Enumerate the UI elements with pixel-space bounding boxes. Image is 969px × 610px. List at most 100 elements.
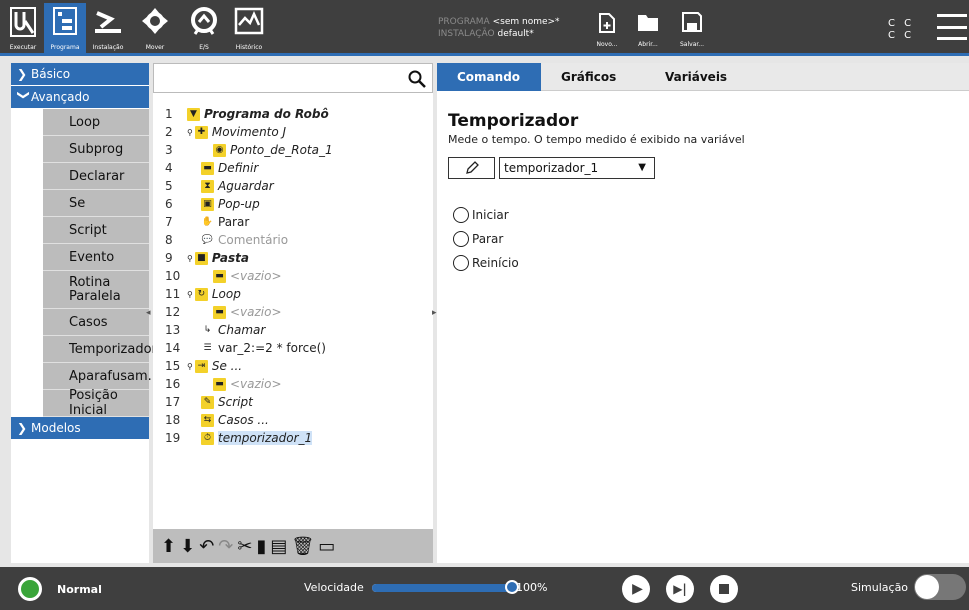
timer-variable-select[interactable]: temporizador_1 ▼ — [499, 157, 655, 179]
line-number: 13 — [165, 323, 181, 337]
delete-icon[interactable]: 🗑 — [291, 536, 314, 557]
radio-reinicio[interactable]: Reinício — [453, 255, 519, 271]
sidebar-item-temporizador[interactable]: Temporizador — [43, 336, 157, 363]
assignment-icon: ☰ — [203, 343, 212, 353]
line-number: 12 — [165, 305, 181, 319]
empty-node-icon: ▬ — [213, 305, 226, 319]
open-program-button[interactable]: Abrir... — [628, 12, 668, 52]
stop-button[interactable] — [710, 575, 738, 603]
tree-node-label: Pop-up — [218, 197, 260, 211]
tree-node-label: Pasta — [211, 251, 249, 265]
node-properties-panel: Comando Gráficos Variáveis Temporizador … — [437, 63, 969, 563]
category-avancado[interactable]: ❯ Avançado — [11, 86, 149, 109]
simulation-toggle[interactable] — [914, 574, 966, 600]
tree-row[interactable]: 4 ▬ Definir — [153, 159, 258, 177]
tree-row[interactable]: 11 ⚲ ↻ Loop — [153, 285, 241, 303]
edit-variable-button[interactable] — [448, 157, 495, 179]
line-number: 10 — [165, 269, 181, 283]
category-basico[interactable]: ❯ Básico — [11, 63, 149, 86]
nav-mover-label: Mover — [145, 44, 165, 51]
menu-icon[interactable] — [937, 14, 967, 40]
speed-slider[interactable] — [372, 580, 519, 594]
tree-row[interactable]: 9 ⚲ ■ Pasta — [153, 249, 249, 267]
sidebar-item-script[interactable]: Script — [43, 217, 149, 244]
tree-node-label: Aguardar — [218, 179, 274, 193]
line-number: 16 — [165, 377, 181, 391]
line-number: 19 — [165, 431, 181, 445]
tree-row[interactable]: 18 ⇆ Casos ... — [153, 411, 269, 429]
step-button[interactable]: ▶| — [666, 575, 694, 603]
tree-row[interactable]: 8 💬 Comentário — [153, 231, 288, 249]
tree-node-label: <vazio> — [230, 305, 282, 319]
tree-row[interactable]: 13 ↳ Chamar — [153, 321, 265, 339]
play-button[interactable]: ▶ — [622, 575, 650, 603]
tree-row[interactable]: 14 ☰ var_2:=2 * force() — [153, 339, 326, 357]
move-up-icon[interactable]: ⬆ — [161, 536, 176, 557]
save-program-button[interactable]: Salvar... — [672, 12, 712, 52]
cc-bottom: C C — [888, 30, 915, 41]
empty-node-icon: ▬ — [213, 377, 226, 391]
tree-row[interactable]: 2 ⚲ ✚ Movimento J — [153, 123, 286, 141]
sidebar-item-rotina-paralela[interactable]: Rotina Paralela — [43, 271, 149, 309]
open-program-label: Abrir... — [638, 41, 658, 48]
program-root-icon: ▼ — [187, 107, 200, 121]
radio-iniciar[interactable]: Iniciar — [453, 207, 509, 223]
stop-hand-icon: ✋ — [201, 217, 214, 227]
new-program-button[interactable]: Novo... — [587, 12, 627, 52]
tree-row[interactable]: 5 ⧗ Aguardar — [153, 177, 274, 195]
nav-programa[interactable]: Programa — [44, 3, 86, 53]
sidebar-item-loop[interactable]: Loop — [43, 109, 149, 136]
nav-es[interactable]: E/S — [183, 3, 225, 53]
nav-executar[interactable]: Executar — [4, 3, 42, 53]
nav-historico[interactable]: Histórico — [228, 3, 270, 53]
undo-icon[interactable]: ↶ — [199, 536, 214, 557]
sidebar-item-posicao-inicial[interactable]: Posição Inicial — [43, 388, 149, 418]
redo-icon[interactable]: ↷ — [218, 536, 233, 557]
call-icon: ↳ — [203, 325, 212, 335]
tab-comando[interactable]: Comando — [437, 63, 541, 91]
collapse-sidebar-handle[interactable]: ◂ — [146, 308, 151, 318]
sidebar-item-se[interactable]: Se — [43, 190, 149, 217]
sidebar-item-label: Aparafusam... — [69, 368, 161, 384]
tree-row[interactable]: 15 ⚲ ⇥ Se ... — [153, 357, 242, 375]
sidebar-item-casos[interactable]: Casos — [43, 309, 149, 336]
tree-row[interactable]: 10 ▬ <vazio> — [153, 267, 282, 285]
timer-icon: ⏱ — [201, 431, 214, 445]
tree-row[interactable]: 6 ▣ Pop-up — [153, 195, 260, 213]
switch-icon: ⇆ — [201, 413, 214, 427]
tree-row[interactable]: 3 ◉ Ponto_de_Rota_1 — [153, 141, 333, 159]
tree-row[interactable]: 16 ▬ <vazio> — [153, 375, 282, 393]
nav-mover[interactable]: Mover — [134, 3, 176, 53]
installation-icon — [95, 11, 121, 33]
move-node-icon: ✚ — [194, 125, 208, 139]
line-number: 2 — [165, 125, 173, 139]
sidebar-item-declarar[interactable]: Declarar — [43, 163, 149, 190]
category-modelos[interactable]: ❯ Modelos — [11, 417, 149, 440]
cut-icon[interactable]: ✂ — [237, 536, 252, 557]
timer-description: Mede o tempo. O tempo medido é exibido n… — [448, 133, 745, 146]
status-indicator[interactable] — [18, 577, 42, 601]
nav-instalacao[interactable]: Instalação — [87, 3, 129, 53]
collapse-tree-handle[interactable]: ▸ — [432, 308, 437, 318]
program-icon — [53, 7, 77, 35]
tab-graficos[interactable]: Gráficos — [541, 63, 645, 91]
move-down-icon[interactable]: ⬇ — [180, 536, 195, 557]
tree-row[interactable]: 12 ▬ <vazio> — [153, 303, 282, 321]
paste-icon[interactable]: ▤ — [270, 536, 287, 557]
suppress-icon[interactable]: ▭ — [318, 536, 335, 557]
sidebar-item-evento[interactable]: Evento — [43, 244, 149, 271]
tree-row[interactable]: 1 ▼ Programa do Robô — [153, 105, 329, 123]
sidebar-item-label: Subprog — [69, 141, 124, 157]
search-icon[interactable] — [408, 70, 426, 88]
nav-programa-label: Programa — [50, 44, 80, 51]
tab-variaveis[interactable]: Variáveis — [645, 63, 749, 91]
tree-row-selected[interactable]: 19 ⏱ temporizador_1 — [153, 429, 313, 447]
tree-row[interactable]: 7 ✋ Parar — [153, 213, 249, 231]
sidebar-item-subprog[interactable]: Subprog — [43, 136, 149, 163]
radio-parar[interactable]: Parar — [453, 231, 503, 247]
ur-logo-icon — [10, 7, 36, 37]
sidebar-item-aparafusamento[interactable]: Aparafusam... — [43, 363, 160, 390]
tree-row[interactable]: 17 ✎ Script — [153, 393, 253, 411]
copy-icon[interactable]: ▮ — [256, 536, 266, 557]
search-input[interactable] — [153, 63, 433, 93]
